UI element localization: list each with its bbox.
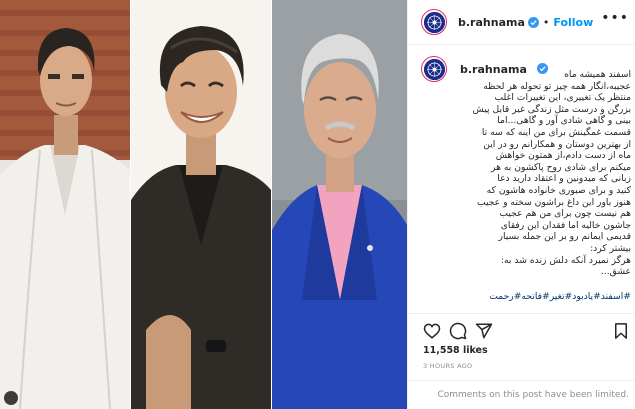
caption-line: جاشون خالیه اما فقدان این رفقای <box>500 219 631 231</box>
caption-line: هرگز نمیرد آنکه دلش زنده شد به: <box>500 254 631 266</box>
caption-avatar[interactable] <box>421 56 447 82</box>
caption-line: زبانی که میدونین و اعتقاد دارید دعا <box>497 173 631 185</box>
caption-line: بینی و گاهی شادی آور و گاهی...اما <box>497 115 631 127</box>
more-horizontal-icon[interactable]: ••• <box>601 10 629 26</box>
caption-line: منتظر یک تغییری، این تغییرات اغلب <box>494 92 631 104</box>
caption-line: ماه از دست دادم،از همتون خواهش <box>495 150 631 162</box>
caption-line: هنوز باور این داغ براشون سخته و عجیب <box>476 196 631 208</box>
photo-man-white-shirt <box>0 0 130 409</box>
photo-man-blue-suit <box>272 0 407 409</box>
caption-line: بزرگن و درست مثل زندگی غیر قابل پیش <box>472 103 631 115</box>
caption-line: کنید و برای صبوری خانواده هاشون که <box>486 184 631 196</box>
likes-count[interactable]: 11,558 likes <box>423 345 488 356</box>
caption-line: عجیبه،انگار همه چیز تو تحوله هر لحظه <box>483 80 631 92</box>
instagram-post: b.rahnama • Follow ••• b.rahnama اسفند ه… <box>0 0 635 409</box>
caption-line: هم نیست چون برای من هم عجیب <box>499 208 631 220</box>
post-header: b.rahnama • Follow ••• <box>408 0 635 45</box>
post-timestamp[interactable]: 3 HOURS AGO <box>423 362 472 370</box>
heart-icon[interactable] <box>423 322 441 340</box>
author-username[interactable]: b.rahnama <box>458 16 525 29</box>
bookmark-icon[interactable] <box>612 322 630 340</box>
post-details-panel: b.rahnama • Follow ••• b.rahnama اسفند ه… <box>407 0 635 409</box>
avatar[interactable] <box>421 9 447 35</box>
photo-man-smiling <box>131 0 271 409</box>
caption-line: میکنم برای شادی روح پاکشون به هر <box>491 161 631 173</box>
action-bar <box>408 313 635 347</box>
comment-icon[interactable] <box>449 322 467 340</box>
separator-dot: • <box>542 15 550 29</box>
follow-button[interactable]: Follow <box>553 16 593 29</box>
carousel-indicator-icon <box>4 391 18 405</box>
avatar-logo-icon <box>423 58 445 80</box>
avatar-logo-icon <box>423 11 445 33</box>
caption-line: بیشتر کرد: <box>590 242 631 254</box>
share-icon[interactable] <box>475 322 493 340</box>
comments-limited-bar: Comments on this post have been limited. <box>408 380 635 409</box>
post-media[interactable] <box>0 0 407 409</box>
caption-line: عشق... <box>600 266 631 278</box>
caption-line: از بهترین دوستان و همکارانم رو در این <box>483 138 631 150</box>
caption-text: اسفند همیشه ماه عجیبه،انگار همه چیز تو ت… <box>459 69 631 278</box>
verified-badge-icon <box>527 16 539 28</box>
comments-limited-notice: Comments on this post have been limited. <box>437 390 629 400</box>
caption-line: قدیمی ایمانم رو بر این جمله بسیار <box>498 231 631 243</box>
caption-title: اسفند همیشه ماه <box>564 69 631 80</box>
caption-line: قسمت غمگینش برای من اینه که سه تا <box>481 126 631 138</box>
caption-hashtags[interactable]: #اسفند#یادبود#تغیر#فاتحه#رحمت <box>459 291 631 302</box>
